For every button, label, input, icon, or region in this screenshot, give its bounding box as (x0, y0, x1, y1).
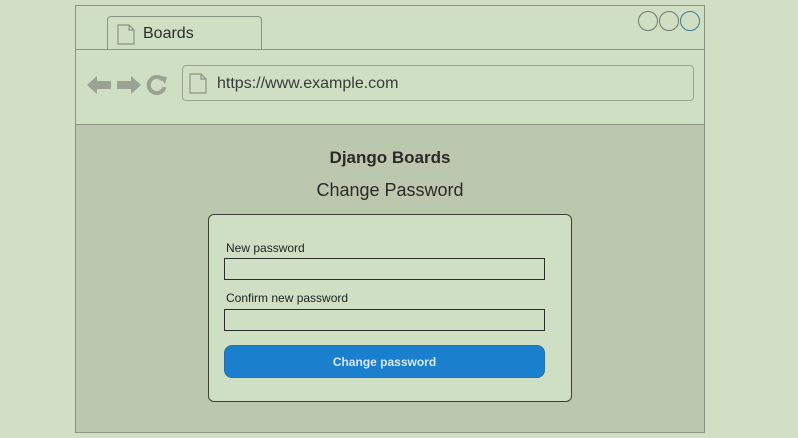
browser-window: Boards https://www.example.com Django Bo… (75, 5, 705, 433)
reload-icon[interactable] (146, 74, 168, 101)
new-password-input[interactable] (224, 258, 545, 280)
back-arrow-icon[interactable] (86, 75, 112, 100)
tab-bar: Boards (76, 6, 704, 50)
tab-title: Boards (143, 25, 194, 42)
change-password-button[interactable]: Change password (224, 345, 545, 378)
url-text: https://www.example.com (217, 75, 399, 92)
window-control-close[interactable] (680, 11, 700, 31)
window-controls (638, 11, 700, 31)
browser-toolbar: https://www.example.com (76, 50, 704, 125)
change-password-form: New password Confirm new password Change… (208, 214, 572, 402)
window-control-minimize[interactable] (638, 11, 658, 31)
confirm-password-input[interactable] (224, 309, 545, 331)
page-title: Change Password (316, 180, 464, 200)
navigation-buttons (86, 74, 168, 101)
page-content: Django Boards Change Password New passwo… (76, 125, 704, 432)
browser-tab[interactable]: Boards (107, 16, 262, 49)
window-control-maximize[interactable] (659, 11, 679, 31)
address-bar[interactable]: https://www.example.com (182, 65, 694, 101)
confirm-password-label: Confirm new password (226, 291, 349, 305)
new-password-label: New password (226, 241, 305, 255)
brand-title: Django Boards (329, 148, 451, 167)
document-icon (189, 73, 207, 99)
document-icon (117, 24, 135, 50)
forward-arrow-icon[interactable] (116, 75, 142, 100)
